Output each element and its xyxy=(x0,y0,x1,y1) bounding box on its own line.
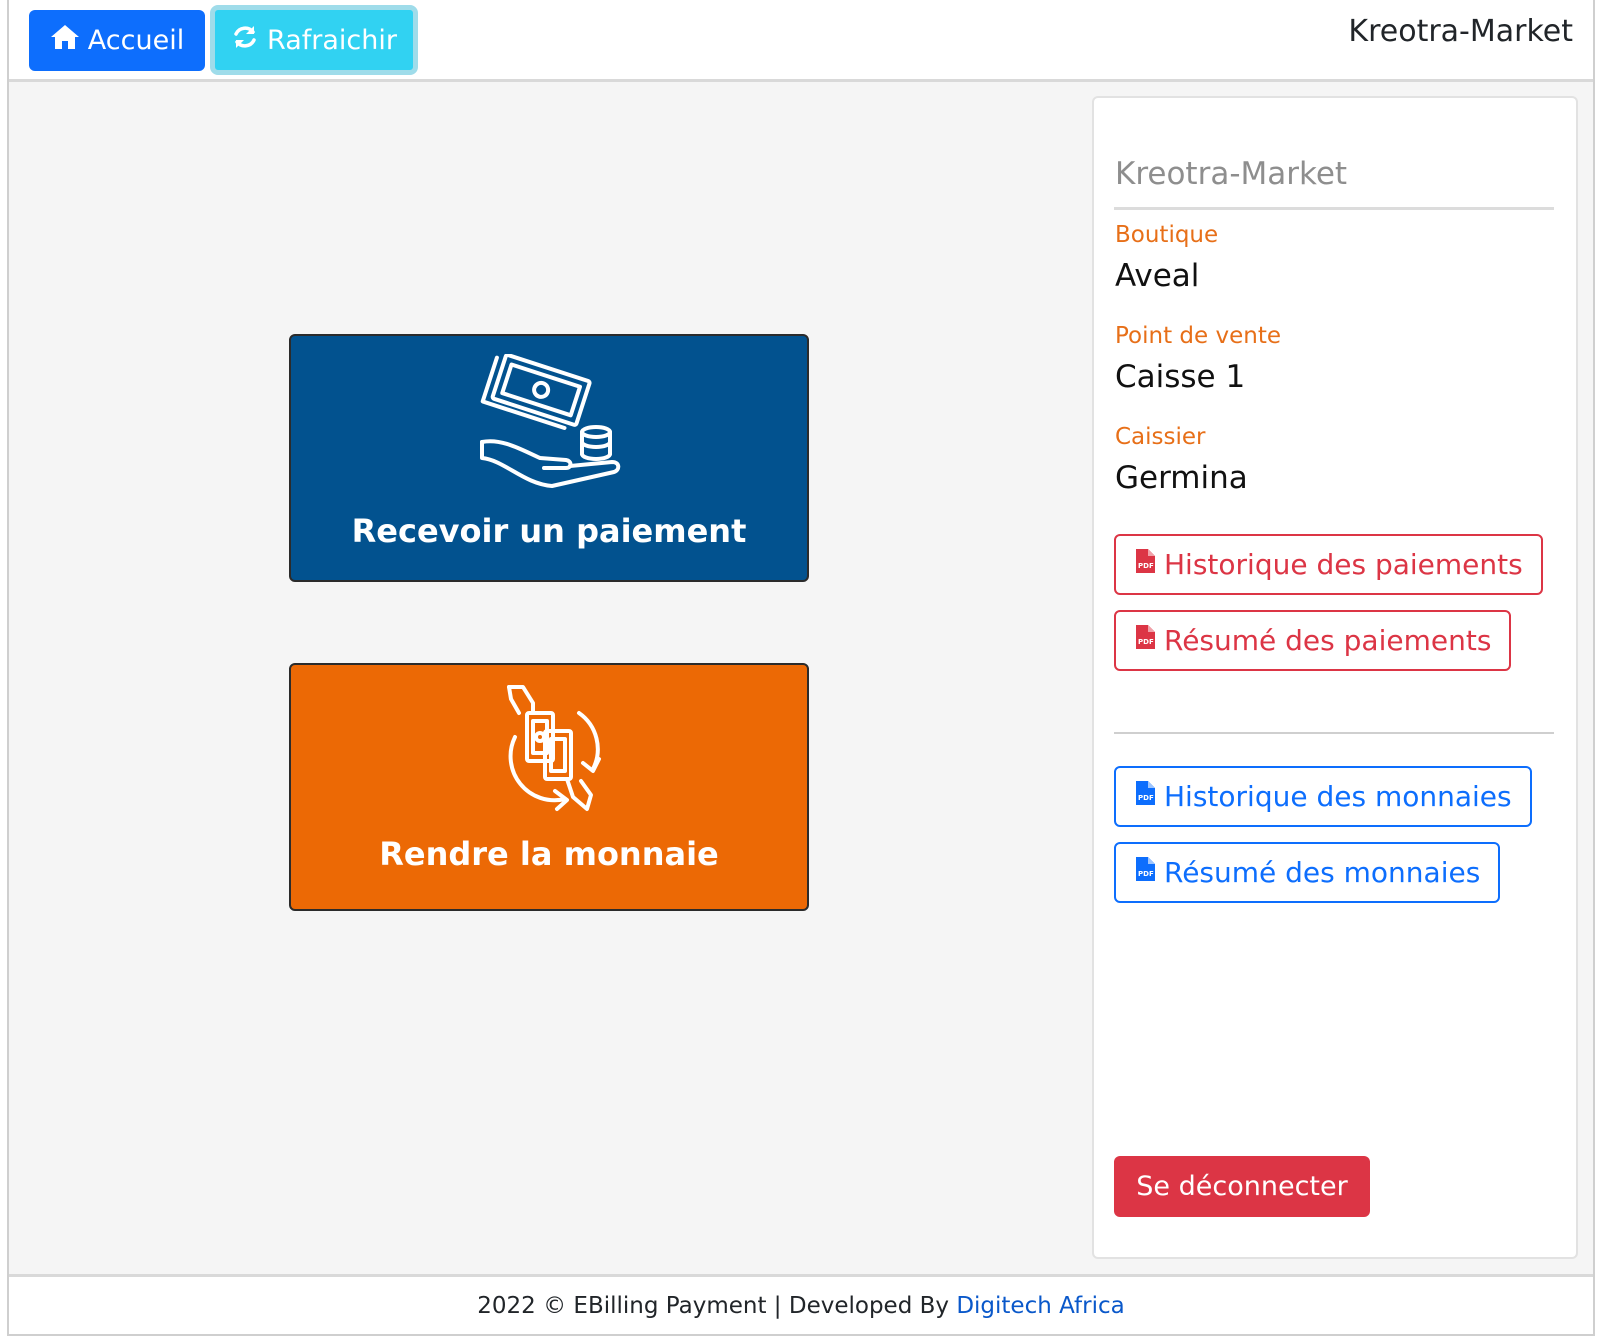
svg-text:PDF: PDF xyxy=(1138,638,1154,646)
sidebar-title-divider xyxy=(1114,207,1554,210)
refresh-button[interactable]: Rafraichir xyxy=(210,5,418,75)
refresh-icon xyxy=(231,23,259,58)
payments-summary-button[interactable]: PDF Résumé des paiements xyxy=(1114,610,1512,671)
cash-in-hand-icon xyxy=(474,352,624,498)
footer-link[interactable]: Digitech Africa xyxy=(956,1293,1124,1319)
pdf-file-icon: PDF xyxy=(1134,856,1156,889)
shop-label: Boutique xyxy=(1115,222,1219,248)
cashier-value: Germina xyxy=(1115,460,1248,496)
pos-label: Point de vente xyxy=(1115,323,1281,349)
give-change-tile[interactable]: Rendre la monnaie xyxy=(289,663,809,911)
sidebar-section-divider xyxy=(1114,732,1554,734)
navbar-brand: Kreotra-Market xyxy=(1348,14,1573,49)
pdf-file-icon: PDF xyxy=(1134,624,1156,657)
receive-payment-label: Recevoir un paiement xyxy=(351,512,747,550)
main-content: Recevoir un paiement Rendre la monnaie K… xyxy=(9,82,1593,1274)
svg-text:PDF: PDF xyxy=(1138,794,1154,802)
home-icon xyxy=(50,23,80,58)
change-summary-label: Résumé des monnaies xyxy=(1164,856,1481,889)
home-button[interactable]: Accueil xyxy=(29,10,205,71)
change-history-label: Historique des monnaies xyxy=(1164,780,1512,813)
refresh-button-label: Rafraichir xyxy=(267,24,397,56)
pdf-file-icon: PDF xyxy=(1134,780,1156,813)
svg-text:PDF: PDF xyxy=(1138,562,1154,570)
change-history-button[interactable]: PDF Historique des monnaies xyxy=(1114,766,1532,827)
pdf-file-icon: PDF xyxy=(1134,548,1156,581)
receive-payment-tile[interactable]: Recevoir un paiement xyxy=(289,334,809,582)
footer-text: 2022 © EBilling Payment | Developed By xyxy=(477,1292,949,1319)
logout-button[interactable]: Se déconnecter xyxy=(1114,1156,1370,1217)
payments-history-button[interactable]: PDF Historique des paiements xyxy=(1114,534,1543,595)
money-exchange-icon xyxy=(489,683,609,821)
app-frame: Accueil Rafraichir Kreotra-Market Recevo… xyxy=(7,0,1595,1336)
shop-value: Aveal xyxy=(1115,258,1200,294)
home-button-label: Accueil xyxy=(87,25,185,56)
top-navbar: Accueil Rafraichir Kreotra-Market xyxy=(9,0,1593,82)
info-sidebar: Kreotra-Market Boutique Aveal Point de v… xyxy=(1092,96,1578,1259)
payments-history-label: Historique des paiements xyxy=(1164,548,1523,581)
svg-text:PDF: PDF xyxy=(1138,870,1154,878)
pos-value: Caisse 1 xyxy=(1115,359,1246,395)
footer: 2022 © EBilling Payment | Developed By D… xyxy=(9,1274,1593,1334)
cashier-label: Caissier xyxy=(1115,424,1206,450)
change-summary-button[interactable]: PDF Résumé des monnaies xyxy=(1114,842,1501,903)
payments-summary-label: Résumé des paiements xyxy=(1164,624,1492,657)
sidebar-title: Kreotra-Market xyxy=(1115,156,1348,192)
give-change-label: Rendre la monnaie xyxy=(379,835,719,873)
